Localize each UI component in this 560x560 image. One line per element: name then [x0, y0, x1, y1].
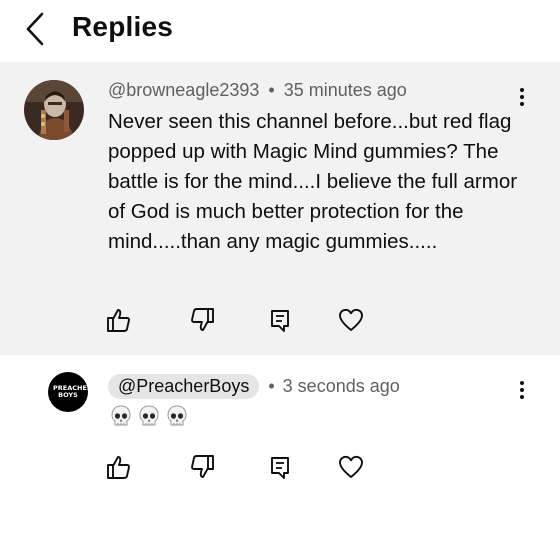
heart-icon	[339, 455, 363, 478]
thumbs-up-icon	[107, 456, 130, 479]
reply-comment-icon	[271, 457, 289, 479]
reply-emoji-row	[110, 405, 194, 435]
back-button[interactable]	[20, 10, 56, 50]
parent-comment: @browneagle2393 • 35 minutes ago Never s…	[0, 62, 560, 355]
like-button[interactable]	[104, 453, 134, 483]
meta-separator: •	[268, 80, 275, 100]
comment-author-handle[interactable]: @browneagle2393	[108, 80, 259, 100]
heart-button[interactable]	[337, 306, 367, 336]
dislike-button[interactable]	[189, 306, 219, 336]
reply-meta: @PreacherBoys • 3 seconds ago	[108, 374, 400, 399]
reply-button[interactable]	[266, 306, 296, 336]
reply-author-handle[interactable]: @PreacherBoys	[108, 374, 260, 399]
thumbs-down-icon	[191, 455, 214, 478]
comment-actions	[104, 306, 404, 336]
comment-timestamp: 35 minutes ago	[283, 80, 407, 100]
thumbs-down-icon	[191, 308, 214, 331]
comment-meta: @browneagle2393 • 35 minutes ago	[108, 80, 407, 101]
avatar[interactable]	[24, 80, 84, 140]
skull-icon	[110, 405, 132, 429]
skull-icon	[166, 405, 188, 429]
reply-comment-icon	[271, 310, 289, 332]
thumbs-up-icon	[107, 309, 130, 332]
skull-icon	[138, 405, 160, 429]
more-vertical-icon	[512, 381, 532, 399]
reply-actions	[104, 453, 404, 483]
meta-separator: •	[268, 376, 275, 396]
comment-text: Never seen this channel before...but red…	[108, 110, 518, 253]
reply-comment: PREACHER BOYS @PreacherBoys • 3 seconds …	[0, 355, 560, 560]
heart-icon	[339, 308, 363, 331]
more-options-button[interactable]	[512, 378, 532, 408]
avatar-text: PREACHER BOYS	[53, 384, 92, 399]
reply-timestamp: 3 seconds ago	[282, 376, 400, 396]
page-title: Replies	[72, 11, 173, 42]
more-vertical-icon	[512, 88, 532, 106]
header-bar: Replies	[0, 0, 560, 62]
dislike-button[interactable]	[189, 453, 219, 483]
back-chevron-icon	[26, 12, 44, 46]
reply-button[interactable]	[266, 453, 296, 483]
like-button[interactable]	[104, 306, 134, 336]
avatar[interactable]: PREACHER BOYS	[48, 372, 92, 412]
heart-button[interactable]	[337, 453, 367, 483]
